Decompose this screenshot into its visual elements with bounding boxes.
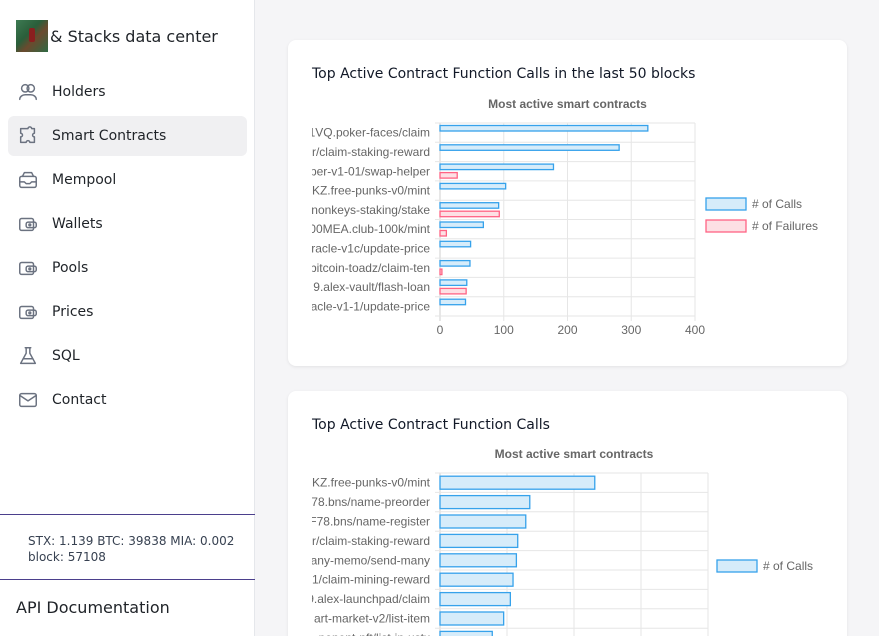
legend-swatch	[716, 559, 758, 573]
sidebar-item-holders[interactable]: Holders	[8, 72, 247, 112]
category-label: 78.bns/name-preorder	[311, 495, 430, 509]
category-label: F78.bns/name-register	[309, 515, 430, 529]
bar-of-failures	[439, 171, 458, 179]
bar-of-calls	[439, 182, 507, 190]
sidebar-item-label: SQL	[52, 348, 80, 364]
bar-chart: Most active smart contracts KZ.free-punks…	[307, 447, 813, 636]
legend-label: # of Calls	[752, 197, 802, 211]
bar-of-calls	[439, 298, 467, 306]
bar-of-calls	[439, 630, 493, 636]
flask-icon	[16, 344, 40, 368]
wallet-icon	[16, 300, 40, 324]
puzzle-icon	[16, 124, 40, 148]
bar-of-calls	[439, 494, 531, 510]
category-label: ponent-nft/list-in-ustx	[319, 631, 430, 636]
bar-chart: Most active smart contracts 0 100 200 300 400…	[307, 97, 818, 337]
sidebar-item-label: Prices	[52, 304, 94, 320]
wallet-icon	[16, 256, 40, 280]
category-label: art-market-v2/list-item	[314, 612, 430, 626]
legend-swatch	[705, 197, 747, 211]
sidebar: & Stacks data center Holders Smart Contra…	[0, 0, 255, 636]
sidebar-item-sql[interactable]: SQL	[8, 336, 247, 376]
sidebar-item-contact[interactable]: Contact	[8, 380, 247, 420]
sidebar-item-label: Contact	[52, 392, 107, 408]
sidebar-item-pools[interactable]: Pools	[8, 248, 247, 288]
bar-of-failures	[439, 287, 467, 295]
sidebar-item-label: Smart Contracts	[52, 128, 167, 144]
legend-label: # of Failures	[752, 219, 818, 233]
x-tick-label: 100	[494, 323, 514, 337]
bar-of-calls	[439, 553, 518, 568]
bar-of-calls	[439, 514, 527, 529]
sidebar-nav: Holders Smart Contracts Mempool Wallets Pool…	[8, 72, 247, 424]
api-documentation-link[interactable]: API Documentation	[16, 598, 170, 617]
category-label: racle-v1c/update-price	[311, 241, 430, 255]
bar-of-calls	[439, 259, 471, 267]
legend-swatch	[705, 219, 747, 233]
bar-of-failures	[439, 210, 500, 218]
category-label: 00MEA.club-100k/mint	[309, 222, 430, 236]
bar-of-calls	[439, 202, 500, 209]
x-tick-label: 0	[437, 323, 444, 337]
bar-of-calls	[439, 221, 484, 229]
chart-title: Most active smart contracts	[495, 447, 654, 461]
legend-label: # of Calls	[763, 559, 813, 573]
category-label: nonkeys-staking/stake	[311, 203, 430, 217]
chart-card-last-50-blocks: Top Active Contract Function Calls in th…	[288, 40, 847, 366]
category-label: 1VQ.poker-faces/claim	[309, 126, 430, 140]
block-line: block: 57108	[28, 550, 106, 564]
category-label: 9.alex-vault/flash-loan	[313, 280, 430, 294]
bar-of-calls	[439, 163, 555, 171]
price-ticker: STX: 1.139 BTC: 39838 MIA: 0.002 block: …	[0, 514, 255, 580]
x-tick-label: 400	[685, 323, 705, 337]
brand-logo	[16, 20, 48, 52]
chart-title: Most active smart contracts	[488, 97, 647, 111]
bar-of-calls	[439, 475, 596, 490]
category-label: any-memo/send-many	[311, 553, 430, 567]
category-label: 1/claim-mining-reward	[312, 573, 430, 587]
bar-of-calls	[439, 144, 620, 151]
category-label: racle-v1-1/update-price	[307, 299, 431, 313]
bar-of-calls	[439, 279, 468, 287]
sidebar-item-label: Wallets	[52, 216, 103, 232]
inbox-icon	[16, 168, 40, 192]
users-icon	[16, 80, 40, 104]
category-label: bitcoin-toadz/claim-ten	[310, 261, 430, 275]
category-label: KZ.free-punks-v0/mint	[312, 184, 431, 198]
sidebar-item-label: Pools	[52, 260, 89, 276]
bar-of-failures	[439, 229, 448, 237]
bar-of-calls	[439, 124, 649, 132]
bar-of-calls	[439, 572, 514, 587]
bar-of-calls	[439, 591, 511, 607]
sidebar-item-wallets[interactable]: Wallets	[8, 204, 247, 244]
sidebar-item-smart-contracts[interactable]: Smart Contracts	[8, 116, 247, 156]
bar-of-calls	[439, 611, 505, 626]
sidebar-item-label: Holders	[52, 84, 106, 100]
category-label: r/claim-staking-reward	[312, 534, 430, 548]
category-label: KZ.free-punks-v0/mint	[312, 476, 431, 490]
bar-of-failures	[439, 268, 443, 276]
category-label: r/claim-staking-reward	[312, 145, 430, 159]
category-label: per-v1-01/swap-helper	[310, 164, 430, 178]
sidebar-item-prices[interactable]: Prices	[8, 292, 247, 332]
category-label: 9.alex-launchpad/claim	[307, 592, 430, 606]
bar-of-calls	[439, 240, 472, 248]
mail-icon	[16, 388, 40, 412]
brand-title: & Stacks data center	[50, 26, 218, 46]
sidebar-item-mempool[interactable]: Mempool	[8, 160, 247, 200]
sidebar-item-label: Mempool	[52, 172, 117, 188]
bar-of-calls	[439, 533, 519, 549]
x-tick-label: 200	[557, 323, 577, 337]
brand[interactable]: & Stacks data center	[16, 20, 218, 52]
price-line: STX: 1.139 BTC: 39838 MIA: 0.002	[28, 534, 235, 548]
chart-card-all-time: Top Active Contract Function Calls Most …	[288, 391, 847, 636]
wallet-icon	[16, 212, 40, 236]
x-tick-label: 300	[621, 323, 641, 337]
